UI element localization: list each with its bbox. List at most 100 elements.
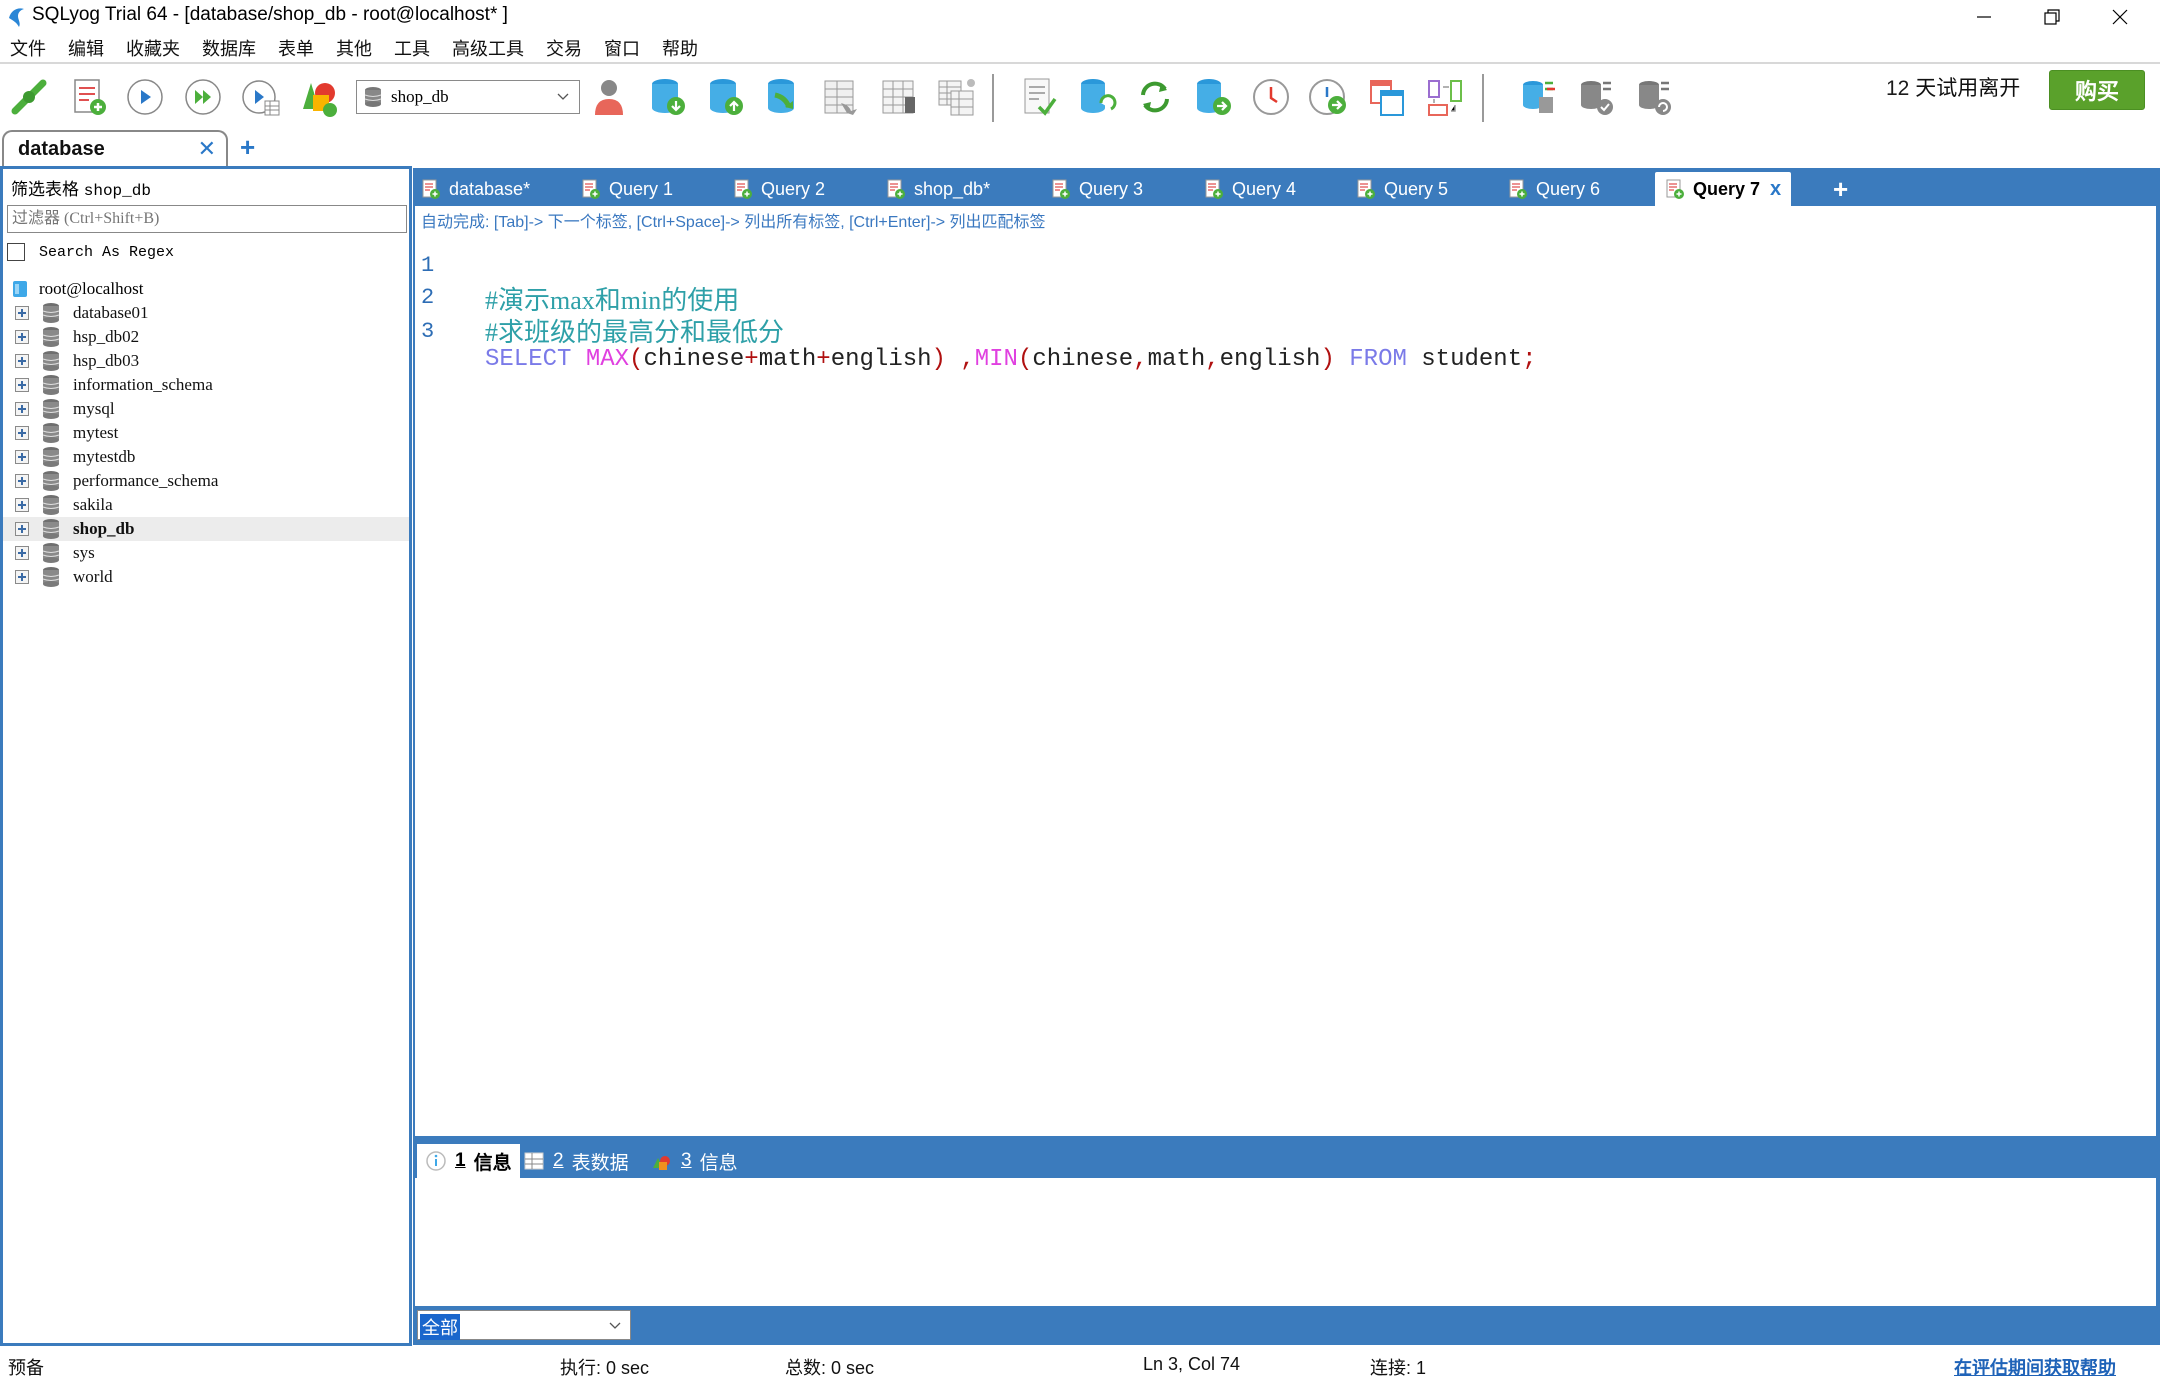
query-tab[interactable]: Query 3	[1051, 172, 1143, 206]
operator: +	[816, 346, 831, 373]
tree-item-database[interactable]: mysql	[3, 397, 409, 421]
copy-table-button[interactable]	[818, 74, 864, 120]
result-tab-messages[interactable]: 1 信息	[417, 1144, 520, 1178]
scheduled-backup-button[interactable]	[1306, 74, 1352, 120]
menu-database[interactable]: 数据库	[202, 35, 256, 61]
code-line[interactable]: 1 #演示max和min的使用	[415, 226, 2156, 315]
restore-button[interactable]	[2018, 0, 2086, 34]
expand-icon[interactable]	[15, 378, 29, 392]
help-link[interactable]: 在评估期间获取帮助	[1954, 1354, 2116, 1380]
user-manager-button[interactable]	[586, 74, 632, 120]
menu-favorites[interactable]: 收藏夹	[126, 35, 180, 61]
close-window-button[interactable]	[2086, 0, 2154, 34]
menu-window[interactable]: 窗口	[604, 35, 640, 61]
tree-item-database[interactable]: sys	[3, 541, 409, 565]
menu-edit[interactable]: 编辑	[68, 35, 104, 61]
restore-database-button[interactable]	[702, 74, 748, 120]
new-connection-button[interactable]	[6, 74, 52, 120]
tree-item-database[interactable]: information_schema	[3, 373, 409, 397]
refresh-button[interactable]	[1132, 74, 1178, 120]
sync-restore-button[interactable]	[1632, 74, 1678, 120]
query-tab[interactable]: Query 4	[1204, 172, 1296, 206]
close-tab-icon[interactable]: ✕	[198, 136, 216, 162]
result-tab-info[interactable]: 3 信息	[651, 1144, 738, 1178]
tree-item-database[interactable]: world	[3, 565, 409, 589]
execute-edit-button[interactable]	[238, 74, 284, 120]
query-builder-button[interactable]	[1422, 74, 1468, 120]
database-sync-icon	[1523, 81, 1555, 113]
new-connection-tab-button[interactable]: +	[240, 132, 255, 163]
editor-container: database* Query 1 Query 2 shop_db* Query 3 Qu…	[413, 168, 2160, 1345]
tree-item-database[interactable]: shop_db	[3, 517, 409, 541]
expand-icon[interactable]	[15, 474, 29, 488]
expand-icon[interactable]	[15, 330, 29, 344]
execute-query-button[interactable]	[122, 74, 168, 120]
sync-schema-button[interactable]	[1074, 74, 1120, 120]
database-selector[interactable]: shop_db	[356, 80, 580, 114]
import-data-button[interactable]	[760, 74, 806, 120]
query-tab[interactable]: Query 2	[733, 172, 825, 206]
scheduler-button[interactable]	[1248, 74, 1294, 120]
result-filter-select[interactable]: 全部	[417, 1310, 631, 1340]
sql-editor[interactable]: 自动完成: [Tab]-> 下一个标签, [Ctrl+Space]-> 列出所有…	[415, 206, 2156, 1136]
query-tab[interactable]: database*	[421, 172, 530, 206]
expand-icon[interactable]	[15, 570, 29, 584]
expand-icon[interactable]	[15, 498, 29, 512]
query-tab[interactable]: shop_db*	[886, 172, 990, 206]
expand-icon[interactable]	[15, 426, 29, 440]
alter-table-button[interactable]	[876, 74, 922, 120]
menu-others[interactable]: 其他	[336, 35, 372, 61]
sync-check-icon	[1581, 81, 1613, 115]
expand-icon[interactable]	[15, 402, 29, 416]
backup-database-button[interactable]	[644, 74, 690, 120]
tree-item-database[interactable]: database01	[3, 301, 409, 325]
query-tab[interactable]: Query 5	[1356, 172, 1448, 206]
menu-help[interactable]: 帮助	[662, 35, 698, 61]
comma: ,	[1205, 346, 1220, 373]
data-sync-button[interactable]	[1190, 74, 1236, 120]
menu-table[interactable]: 表单	[278, 35, 314, 61]
tree-item-database[interactable]: mytest	[3, 421, 409, 445]
connection-tab-database[interactable]: database ✕	[2, 130, 228, 166]
expand-icon[interactable]	[15, 546, 29, 560]
menu-file[interactable]: 文件	[10, 35, 46, 61]
table-filter-input[interactable]	[7, 205, 407, 233]
menu-tools[interactable]: 工具	[394, 35, 430, 61]
keyword-select: SELECT	[485, 346, 572, 373]
close-tab-icon[interactable]: x	[1770, 178, 1781, 201]
query-tab[interactable]: Query 1	[581, 172, 673, 206]
menu-transaction[interactable]: 交易	[546, 35, 582, 61]
buy-button[interactable]: 购买	[2049, 70, 2145, 110]
search-as-regex-checkbox[interactable]	[7, 243, 25, 261]
clock-icon	[1253, 79, 1289, 115]
expand-icon[interactable]	[15, 450, 29, 464]
sql-check-button[interactable]	[1016, 74, 1062, 120]
tree-root-connection[interactable]: root@localhost	[3, 277, 409, 301]
new-query-tab-button[interactable]: +	[1833, 174, 1848, 205]
new-query-button[interactable]	[66, 74, 112, 120]
expand-icon[interactable]	[15, 306, 29, 320]
search-as-regex-option[interactable]: Search As Regex	[7, 243, 174, 261]
expand-icon[interactable]	[15, 522, 29, 536]
code-line[interactable]: 2 #求班级的最高分和最低分	[415, 258, 2156, 347]
manage-indexes-button[interactable]	[934, 74, 980, 120]
menu-power-tools[interactable]: 高级工具	[452, 35, 524, 61]
tree-item-database[interactable]: performance_schema	[3, 469, 409, 493]
title-bar: SQLyog Trial 64 - [database/shop_db - ro…	[0, 0, 2160, 34]
tree-item-database[interactable]: sakila	[3, 493, 409, 517]
expand-icon[interactable]	[15, 354, 29, 368]
database-sync-button[interactable]	[1516, 74, 1562, 120]
schema-designer-button[interactable]	[296, 74, 342, 120]
minimize-button[interactable]	[1950, 0, 2018, 34]
query-tab[interactable]: Query 6	[1508, 172, 1600, 206]
tree-item-database[interactable]: hsp_db03	[3, 349, 409, 373]
result-tab-table-data[interactable]: 2 表数据	[523, 1144, 629, 1178]
schema-compare-button[interactable]	[1364, 74, 1410, 120]
tree-item-database[interactable]: hsp_db02	[3, 325, 409, 349]
execute-all-button[interactable]	[180, 74, 226, 120]
query-tab[interactable]: Query 7 x	[1655, 172, 1792, 206]
code-line[interactable]: 3 SELECT MAX(chinese+math+english) ,MIN(…	[415, 292, 2156, 373]
manage-indexes-icon	[938, 79, 975, 116]
tree-item-database[interactable]: mytestdb	[3, 445, 409, 469]
sync-verify-button[interactable]	[1574, 74, 1620, 120]
